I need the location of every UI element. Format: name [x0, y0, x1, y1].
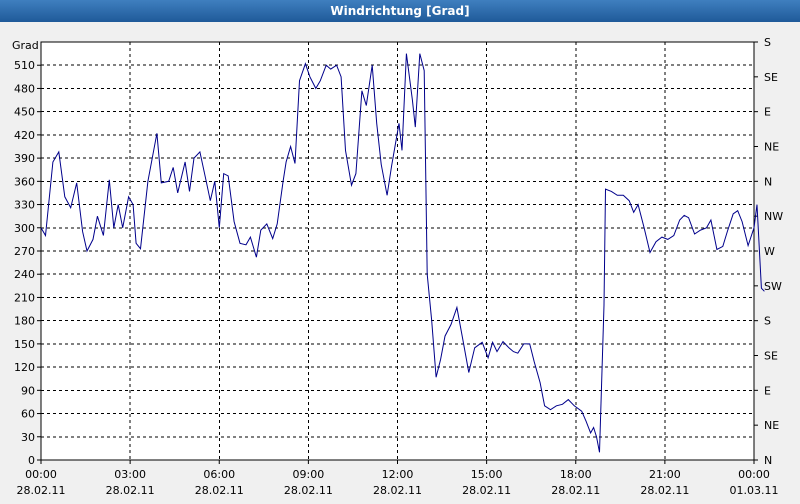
x-tick-time: 18:00: [560, 468, 592, 481]
y-tick-label: 150: [14, 338, 35, 351]
x-tick-time: 06:00: [203, 468, 235, 481]
chart-area: Grad 0 30 60 90 120 150 180 210 240 270 300 330 360 3…: [0, 22, 800, 500]
x-tick-time: 09:00: [293, 468, 325, 481]
x-tick-time: 00:00: [738, 468, 770, 481]
y-axis-ticks: 0 30 60 90 120 150 180 210 240 270 300 330 360 390 420…: [14, 59, 41, 467]
x-tick-time: 12:00: [382, 468, 414, 481]
x-tick-time: 21:00: [649, 468, 681, 481]
y-tick-label: 180: [14, 315, 35, 328]
y-tick-label: 360: [14, 175, 35, 188]
y2-tick-label: W: [764, 245, 775, 258]
y-tick-label: 300: [14, 222, 35, 235]
y2-tick-label: SE: [764, 71, 778, 84]
x-tick-date: 28.02.11: [106, 484, 155, 497]
y-tick-label: 120: [14, 361, 35, 374]
y-tick-label: 270: [14, 245, 35, 258]
y2-tick-label: S: [764, 315, 771, 328]
y2-tick-label: S: [764, 36, 771, 49]
y-tick-label: 60: [21, 408, 35, 421]
y2-tick-label: E: [764, 384, 771, 397]
y-tick-label: 480: [14, 82, 35, 95]
x-axis-ticks: 00:00 28.02.11 03:00 28.02.11 06:00 28.02.11 0…: [17, 460, 779, 497]
y-tick-label: 510: [14, 59, 35, 72]
y2-tick-label: N: [764, 175, 772, 188]
y-tick-label: 450: [14, 106, 35, 119]
x-tick-date: 28.02.11: [284, 484, 333, 497]
x-tick-time: 03:00: [114, 468, 146, 481]
x-tick-date: 01.03.11: [730, 484, 779, 497]
wind-direction-chart: Grad 0 30 60 90 120 150 180 210 240 270 300 330 360 3…: [12, 36, 783, 497]
y2-tick-label: NE: [764, 141, 779, 154]
window-title: Windrichtung [Grad]: [0, 0, 800, 23]
y-tick-label: 30: [21, 431, 35, 444]
y2-tick-label: SW: [764, 280, 782, 293]
x-tick-date: 28.02.11: [551, 484, 600, 497]
y-tick-label: 420: [14, 129, 35, 142]
y-tick-label: 210: [14, 291, 35, 304]
x-tick-time: 00:00: [25, 468, 57, 481]
y2-tick-label: NE: [764, 419, 779, 432]
y-tick-label: 240: [14, 268, 35, 281]
y2-tick-label: N: [764, 454, 772, 467]
y-tick-label: 330: [14, 199, 35, 212]
x-tick-date: 28.02.11: [640, 484, 689, 497]
y-tick-label: 390: [14, 152, 35, 165]
y2-tick-label: NW: [764, 210, 783, 223]
x-tick-date: 28.02.11: [195, 484, 244, 497]
x-tick-date: 28.02.11: [17, 484, 66, 497]
y-tick-label: 90: [21, 384, 35, 397]
x-tick-date: 28.02.11: [373, 484, 422, 497]
y-axis-label: Grad: [12, 39, 39, 52]
y2-tick-label: E: [764, 106, 771, 119]
x-tick-time: 15:00: [471, 468, 503, 481]
y-tick-label: 0: [28, 454, 35, 467]
y2-axis-ticks: N NE E SE S SW W NW N NE E SE S: [754, 36, 783, 467]
x-tick-date: 28.02.11: [462, 484, 511, 497]
y2-tick-label: SE: [764, 350, 778, 363]
